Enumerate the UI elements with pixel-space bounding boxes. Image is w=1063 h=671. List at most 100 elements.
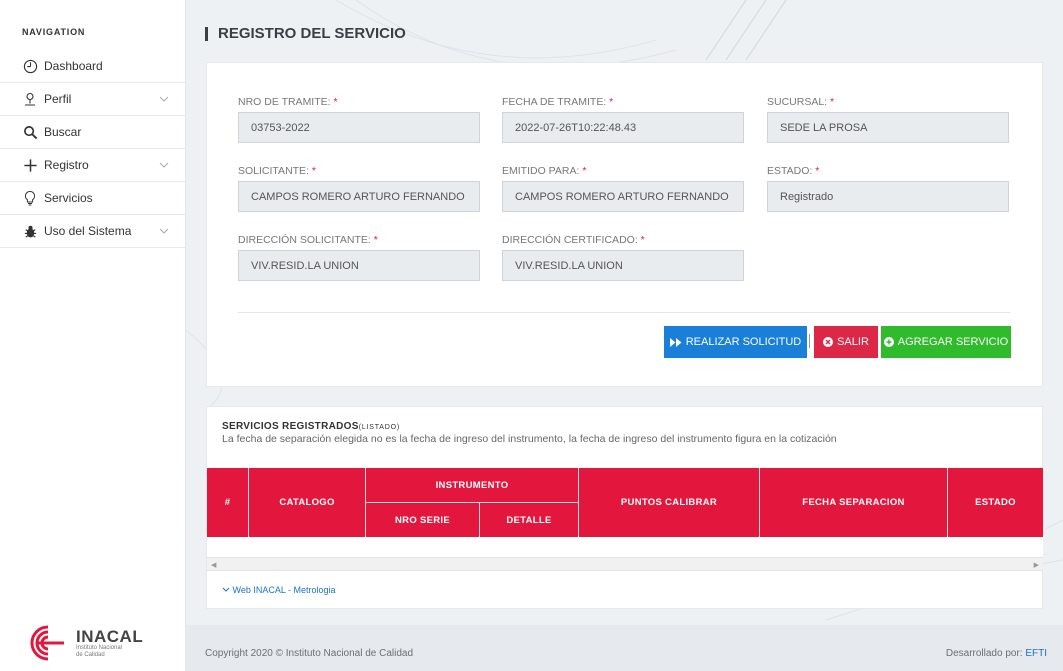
plus-icon	[22, 157, 38, 173]
scroll-left-icon[interactable]: ◀	[211, 561, 216, 569]
user-icon	[22, 91, 38, 107]
table-horizontal-scrollbar[interactable]: ◀ ▶	[207, 557, 1043, 571]
sucursal-field[interactable]: SEDE LA PROSA	[767, 112, 1009, 143]
required-mark: *	[830, 96, 835, 108]
col-puntos-calibrar[interactable]: PUNTOS CALIBRAR	[579, 468, 759, 537]
sidebar-item-label: Uso del Sistema	[44, 224, 132, 238]
sidebar-item-label: Servicios	[44, 191, 93, 205]
required-mark: *	[815, 165, 820, 177]
logo-subtitle-1: Instituto Nacional	[76, 644, 123, 651]
web-inacal-link[interactable]: Web INACAL - Metrologia	[222, 585, 336, 595]
sidebar-item-dashboard[interactable]: Dashboard	[0, 50, 185, 83]
chevron-down-icon	[159, 162, 169, 168]
sidebar-item-servicios[interactable]: Servicios	[0, 182, 185, 215]
sidebar: NAVIGATION Dashboard Perfil Buscar Regis…	[0, 0, 186, 671]
sucursal-group: SUCURSAL: * SEDE LA PROSA	[767, 96, 1009, 143]
page-footer: Copyright 2020 © Instituto Nacional de C…	[186, 625, 1063, 671]
services-table-body	[207, 537, 1043, 557]
logo-subtitle-2: de Calidad	[76, 651, 105, 658]
services-title-text: SERVICIOS REGISTRADOS	[222, 421, 359, 432]
nro-tramite-group: NRO DE TRAMITE: * 03753-2022	[238, 96, 480, 143]
nro-tramite-field[interactable]: 03753-2022	[238, 112, 480, 143]
developer-label: Desarrollado por:	[945, 648, 1026, 659]
required-mark: *	[582, 165, 587, 177]
agregar-servicio-label: AGREGAR SERVICIO	[897, 336, 1009, 348]
required-mark: *	[311, 165, 316, 177]
main-content: REGISTRO DEL SERVICIO NRO DE TRAMITE: * …	[186, 0, 1063, 671]
solicitante-field[interactable]: CAMPOS ROMERO ARTURO FERNANDO	[238, 181, 480, 212]
salir-button[interactable]: SALIR	[814, 326, 878, 358]
clock-icon	[22, 58, 38, 74]
fecha-tramite-group: FECHA DE TRAMITE: * 2022-07-26T10:22:48.…	[502, 96, 744, 143]
sucursal-label: SUCURSAL:	[767, 96, 828, 108]
lightbulb-icon	[22, 190, 38, 206]
chevron-down-icon	[159, 96, 169, 102]
web-inacal-label: Web INACAL - Metrologia	[232, 585, 336, 595]
scroll-right-icon[interactable]: ▶	[1034, 561, 1039, 569]
sidebar-item-uso-del-sistema[interactable]: Uso del Sistema	[0, 215, 185, 248]
direccion-certificado-group: DIRECCIÓN CERTIFICADO: * VIV.RESID.LA UN…	[502, 234, 744, 281]
services-note: La fecha de separación elegida no es la …	[222, 433, 837, 445]
solicitante-group: SOLICITANTE: * CAMPOS ROMERO ARTURO FERN…	[238, 165, 480, 212]
plus-circle-icon	[883, 337, 894, 347]
button-separator	[809, 334, 810, 348]
direccion-certificado-field[interactable]: VIV.RESID.LA UNION	[502, 250, 744, 281]
required-mark: *	[333, 96, 338, 108]
chevron-down-icon	[159, 228, 169, 234]
developer-credit: Desarrollado por: EFTI	[946, 648, 1047, 659]
logo-name: INACAL	[76, 626, 144, 646]
solicitante-label: SOLICITANTE:	[238, 165, 309, 177]
page-title: REGISTRO DEL SERVICIO	[205, 26, 406, 41]
required-mark: *	[609, 96, 614, 108]
col-catalogo[interactable]: CATALOGO	[249, 468, 365, 537]
services-card: SERVICIOS REGISTRADOS(LISTADO) La fecha …	[206, 406, 1043, 609]
emitido-para-label: EMITIDO PARA:	[502, 165, 580, 177]
agregar-servicio-button[interactable]: AGREGAR SERVICIO	[881, 326, 1011, 358]
estado-group: ESTADO: * Registrado	[767, 165, 1009, 212]
sidebar-item-registro[interactable]: Registro	[0, 149, 185, 182]
direccion-certificado-label: DIRECCIÓN CERTIFICADO:	[502, 234, 638, 246]
fast-forward-icon	[669, 337, 682, 347]
bug-icon	[22, 223, 38, 239]
close-circle-icon	[823, 337, 834, 347]
services-title-suffix: (LISTADO)	[358, 424, 400, 431]
services-title: SERVICIOS REGISTRADOS(LISTADO)	[222, 421, 400, 432]
inacal-logo: INACAL Instituto Nacional de Calidad	[18, 621, 168, 665]
sidebar-item-label: Buscar	[44, 125, 82, 139]
estado-field[interactable]: Registrado	[767, 181, 1009, 212]
col-fecha-separacion[interactable]: FECHA SEPARACION	[760, 468, 947, 537]
col-nro-serie[interactable]: NRO SERIE	[366, 503, 479, 537]
fecha-tramite-field[interactable]: 2022-07-26T10:22:48.43	[502, 112, 744, 143]
fecha-tramite-label: FECHA DE TRAMITE:	[502, 96, 607, 108]
direccion-solicitante-label: DIRECCIÓN SOLICITANTE:	[238, 234, 371, 246]
form-divider	[238, 312, 1010, 313]
sidebar-item-label: Perfil	[44, 92, 72, 106]
nro-tramite-label: NRO DE TRAMITE:	[238, 96, 331, 108]
sidebar-item-label: Dashboard	[44, 59, 103, 73]
service-form-card: NRO DE TRAMITE: * 03753-2022 FECHA DE TR…	[206, 62, 1043, 387]
chevron-down-icon	[222, 587, 230, 592]
sidebar-item-buscar[interactable]: Buscar	[0, 116, 185, 149]
required-mark: *	[373, 234, 378, 246]
emitido-para-group: EMITIDO PARA: * CAMPOS ROMERO ARTURO FER…	[502, 165, 744, 212]
search-icon	[22, 124, 38, 140]
salir-label: SALIR	[837, 336, 869, 348]
estado-label: ESTADO:	[767, 165, 813, 177]
inacal-logo-mark	[30, 625, 64, 661]
col-estado[interactable]: ESTADO	[948, 468, 1043, 537]
developer-link[interactable]: EFTI	[1025, 648, 1047, 659]
copyright-text: Copyright 2020 © Instituto Nacional de C…	[205, 648, 414, 659]
required-mark: *	[640, 234, 645, 246]
direccion-solicitante-field[interactable]: VIV.RESID.LA UNION	[238, 250, 480, 281]
realizar-solicitud-button[interactable]: REALIZAR SOLICITUD	[664, 326, 807, 358]
services-table-header: # CATALOGO INSTRUMENTO NRO SERIE DETALLE…	[207, 468, 1043, 537]
col-num: #	[224, 497, 231, 508]
realizar-solicitud-label: REALIZAR SOLICITUD	[685, 336, 802, 348]
col-instrumento: INSTRUMENTO	[435, 479, 509, 491]
col-detalle[interactable]: DETALLE	[480, 503, 578, 537]
nav-header: NAVIGATION	[22, 27, 86, 37]
sidebar-item-label: Registro	[44, 158, 89, 172]
direccion-solicitante-group: DIRECCIÓN SOLICITANTE: * VIV.RESID.LA UN…	[238, 234, 480, 281]
sidebar-item-perfil[interactable]: Perfil	[0, 83, 185, 116]
emitido-para-field[interactable]: CAMPOS ROMERO ARTURO FERNANDO	[502, 181, 744, 212]
